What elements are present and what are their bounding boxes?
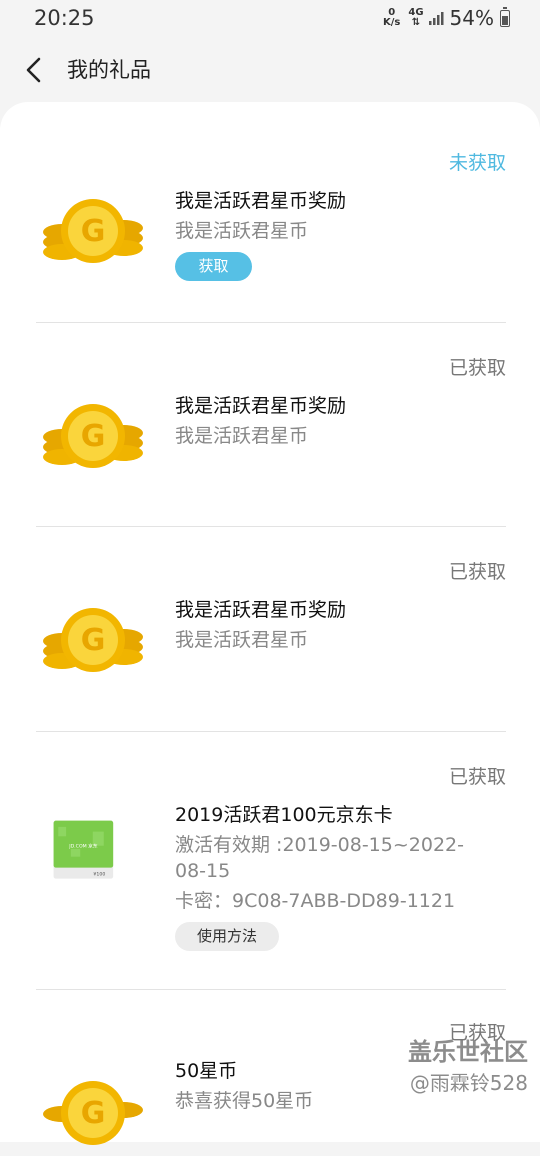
watermark: 盖乐世社区 @雨霖铃528 xyxy=(408,1032,528,1096)
back-button[interactable] xyxy=(14,50,54,90)
chevron-left-icon xyxy=(26,57,41,83)
gift-subtitle: 我是活跃君星币 xyxy=(175,220,309,242)
gift-card-code: 卡密：9C08-7ABB-DD89-1121 xyxy=(175,890,456,912)
battery-icon xyxy=(500,6,510,27)
data-arrows-icon: ⇅ xyxy=(411,17,421,28)
claim-button[interactable]: 获取 xyxy=(175,252,252,281)
usage-button[interactable]: 使用方法 xyxy=(175,922,279,951)
signal-icon xyxy=(428,12,444,25)
gift-validity: 激活有效期 :2019-08-15~2022- xyxy=(175,834,464,856)
gold-coin-icon: G xyxy=(43,199,143,263)
gift-item: 已获取 G 我是活跃君星币奖励 我是活跃君星币 xyxy=(36,527,506,732)
status-time: 20:25 xyxy=(34,6,95,30)
gift-item: 已获取 G 我是活跃君星币奖励 我是活跃君星币 xyxy=(36,323,506,527)
watermark-brand: 盖乐世社区 xyxy=(408,1038,528,1066)
svg-text:G: G xyxy=(81,623,106,658)
gift-texts: 我是活跃君星币奖励 我是活跃君星币 获取 xyxy=(175,188,495,281)
gift-status: 已获取 xyxy=(448,561,506,583)
status-icons: 0 K/s 4G ⇅ 54% xyxy=(383,5,510,31)
gift-texts: 2019活跃君100元京东卡 激活有效期 :2019-08-15~2022- 0… xyxy=(175,802,495,951)
gift-list: 未获取 G 我是活跃君星币奖励 我是活跃君星币 获取 已获取 G 我是活跃君星币… xyxy=(0,102,540,1145)
gift-subtitle: 我是活跃君星币 xyxy=(175,629,309,651)
gift-status: 未获取 xyxy=(448,152,506,174)
gift-texts: 我是活跃君星币奖励 我是活跃君星币 xyxy=(175,393,495,449)
gold-coin-icon: G xyxy=(43,404,143,468)
gift-subtitle: 我是活跃君星币 xyxy=(175,425,309,447)
gold-coin-icon: G xyxy=(43,608,143,672)
gift-title: 2019活跃君100元京东卡 xyxy=(175,804,393,826)
app-header: 我的礼品 xyxy=(0,40,540,100)
gift-title: 我是活跃君星币奖励 xyxy=(175,395,347,417)
svg-text:G: G xyxy=(81,214,106,249)
gold-coin-icon: G xyxy=(43,1081,143,1145)
network-type: 4G ⇅ xyxy=(408,8,423,28)
page-title: 我的礼品 xyxy=(67,58,151,82)
network-speed: 0 K/s xyxy=(383,8,400,28)
svg-text:G: G xyxy=(81,419,106,454)
gift-validity-cont: 08-15 xyxy=(175,860,231,882)
svg-text:G: G xyxy=(81,1096,106,1131)
status-bar: 20:25 0 K/s 4G ⇅ 54% xyxy=(0,0,540,36)
gift-texts: 我是活跃君星币奖励 我是活跃君星币 xyxy=(175,597,495,653)
gift-item: 已获取 JD.COM 京东 ¥100 2019活跃君100元京东卡 激活有效期 … xyxy=(36,732,506,990)
jd-gift-card-icon: JD.COM 京东 ¥100 xyxy=(53,820,114,879)
gift-status: 已获取 xyxy=(448,766,506,788)
gift-title: 我是活跃君星币奖励 xyxy=(175,190,347,212)
card-value: ¥100 xyxy=(93,872,105,878)
battery-percent: 54% xyxy=(449,6,494,30)
network-speed-unit: K/s xyxy=(383,17,401,28)
watermark-user: @雨霖铃528 xyxy=(409,1071,528,1095)
gift-item: 未获取 G 我是活跃君星币奖励 我是活跃君星币 获取 xyxy=(36,102,506,323)
gift-status: 已获取 xyxy=(448,357,506,379)
gift-title: 我是活跃君星币奖励 xyxy=(175,599,347,621)
